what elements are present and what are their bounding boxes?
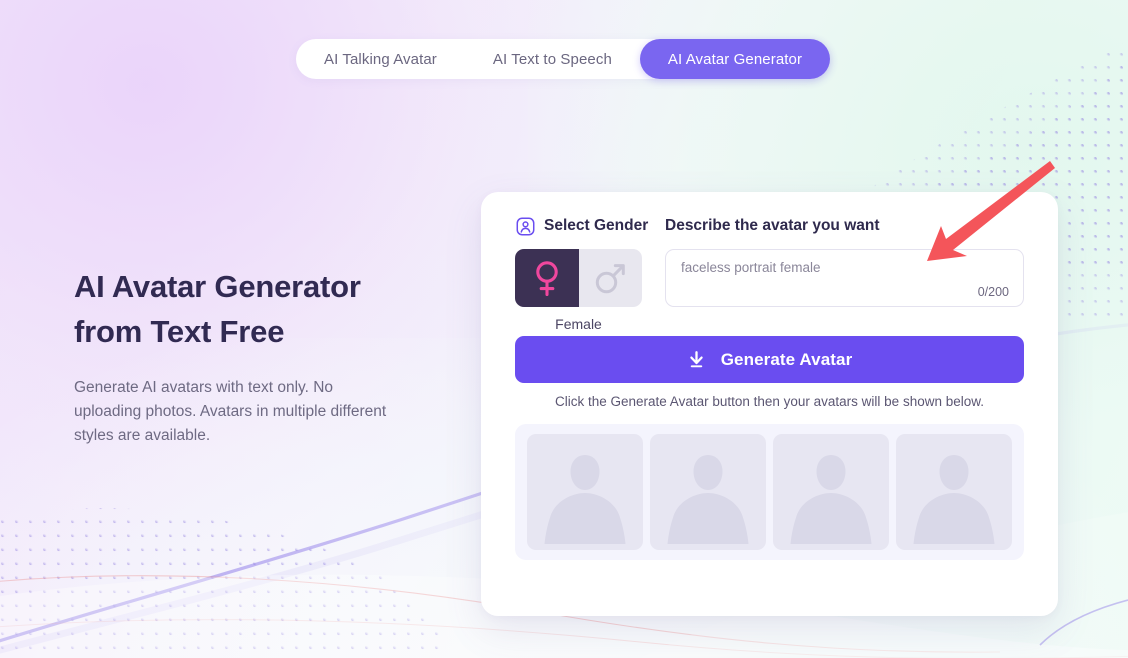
generate-hint-text: Click the Generate Avatar button then yo… [555, 394, 984, 409]
gender-tile-group [515, 249, 642, 307]
person-silhouette-icon [544, 455, 626, 544]
page-title-line-1: AI Avatar Generator [74, 269, 361, 304]
avatar-generator-card: Select Gender Describe the avatar you wa… [481, 192, 1058, 616]
describe-field-wrapper: faceless portrait female 0/200 [665, 249, 1024, 332]
tab-bar: AI Talking Avatar AI Text to Speech AI A… [296, 39, 831, 79]
avatar-placeholder-4[interactable] [896, 434, 1012, 550]
generate-avatar-button[interactable]: Generate Avatar [515, 336, 1024, 383]
person-silhouette-icon [667, 455, 749, 544]
gender-option-male[interactable] [578, 249, 642, 307]
avatar-placeholder-1[interactable] [527, 434, 643, 550]
person-silhouette-icon [913, 455, 995, 544]
card-labels-row: Select Gender Describe the avatar you wa… [515, 214, 1024, 238]
download-arrow-icon [689, 351, 703, 368]
character-counter: 0/200 [977, 285, 1009, 299]
user-circle-icon [516, 217, 535, 235]
gender-selected-label: Female [555, 316, 602, 332]
person-silhouette-icon [790, 455, 872, 544]
male-symbol-icon [596, 264, 626, 294]
hero-subtitle: Generate AI avatars with text only. No u… [74, 379, 387, 444]
describe-avatar-label: Describe the avatar you want [665, 217, 880, 234]
avatar-placeholder-3[interactable] [773, 434, 889, 550]
hero-section: AI Avatar Generator from Text Free Gener… [74, 264, 404, 448]
gender-selector: Female [515, 249, 663, 332]
avatar-results-strip [515, 424, 1024, 560]
female-symbol-icon [536, 261, 558, 297]
describe-avatar-placeholder: faceless portrait female [681, 260, 821, 275]
tab-ai-talking-avatar[interactable]: AI Talking Avatar [296, 39, 465, 79]
select-gender-label: Select Gender [544, 217, 649, 234]
tab-ai-text-to-speech[interactable]: AI Text to Speech [465, 39, 640, 79]
page-title-line-2: from Text Free [74, 314, 285, 349]
gender-option-female[interactable] [515, 249, 579, 307]
tab-ai-avatar-generator[interactable]: AI Avatar Generator [639, 39, 831, 79]
page-title: AI Avatar Generator from Text Free [74, 264, 404, 354]
describe-avatar-input[interactable]: faceless portrait female 0/200 [665, 249, 1024, 307]
avatar-placeholder-2[interactable] [650, 434, 766, 550]
generate-avatar-button-label: Generate Avatar [720, 349, 853, 369]
card-controls-row: Female faceless portrait female 0/200 [515, 249, 1024, 332]
select-gender-label-group: Select Gender [515, 216, 663, 237]
